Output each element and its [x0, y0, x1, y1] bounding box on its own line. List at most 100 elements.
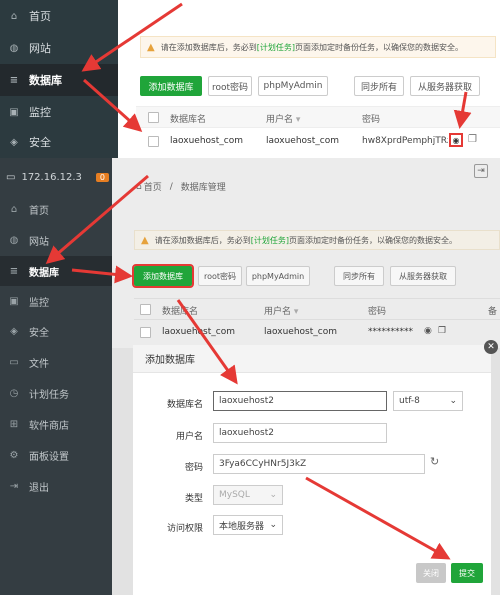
- sync-all-button[interactable]: 同步所有: [334, 266, 384, 286]
- table-header: 数据库名 用户名 ▾ 密码 备: [134, 298, 500, 320]
- row-checkbox[interactable]: [140, 327, 151, 338]
- warning-text: 请在添加数据库后，务必到: [154, 235, 251, 245]
- breadcrumb: ⌂ 首页 / 数据库管理: [136, 180, 226, 194]
- sidebar-item-database[interactable]: ≡ 数据库: [0, 64, 118, 96]
- type-select[interactable]: MySQL ⌄: [213, 485, 283, 505]
- sidebar-item-label: 网站: [29, 236, 49, 248]
- phpmyadmin-button[interactable]: phpMyAdmin: [258, 76, 328, 96]
- warning-text: 页面添加定时备份任务，以确保您的数据安全。: [294, 42, 463, 52]
- chevron-down-icon: ⌄: [269, 490, 277, 500]
- column-header-password: 密码: [362, 115, 381, 125]
- column-header-backup: 备: [488, 307, 498, 317]
- sidebar-item-settings[interactable]: ⚙ 面板设置: [0, 440, 112, 470]
- copy-password-icon[interactable]: ❐: [468, 134, 477, 145]
- sidebar-item-label: 数据库: [29, 267, 59, 279]
- sidebar-item-label: 首页: [29, 205, 49, 217]
- sidebar-item-label: 首页: [29, 10, 51, 23]
- notification-badge[interactable]: 0: [95, 172, 109, 182]
- column-header-user[interactable]: 用户名 ▾: [266, 112, 300, 125]
- dbname-label: 数据库名: [166, 400, 203, 410]
- server-ip: 172.16.12.3: [21, 171, 82, 183]
- access-select[interactable]: 本地服务器 ⌄: [213, 515, 283, 535]
- refresh-password-icon[interactable]: ↻: [430, 455, 439, 468]
- sidebar-item-home[interactable]: ⌂ 首页: [0, 194, 112, 224]
- sidebar-item-label: 监控: [29, 106, 51, 119]
- encoding-select[interactable]: utf-8 ⌄: [393, 391, 463, 411]
- db-name-cell[interactable]: laoxuehost_com: [162, 327, 235, 337]
- warning-text: 请在添加数据库后，务必到: [160, 42, 257, 52]
- db-user-cell: laoxuehost_com: [264, 327, 337, 337]
- server-icon: ▭: [6, 171, 16, 183]
- sidebar-item-cron[interactable]: ◷ 计划任务: [0, 378, 112, 408]
- globe-icon: ◍: [9, 42, 19, 54]
- sort-down-icon: ▾: [293, 307, 299, 317]
- sidebar-item-files[interactable]: ▭ 文件: [0, 347, 112, 377]
- close-button[interactable]: 关闭: [416, 563, 446, 583]
- type-label: 类型: [184, 494, 203, 504]
- root-password-button[interactable]: root密码: [198, 266, 242, 286]
- sidebar-item-security[interactable]: ◈ 安全: [0, 316, 112, 346]
- shield-icon: ◈: [10, 325, 18, 337]
- sidebar-item-website[interactable]: ◍ 网站: [0, 32, 118, 64]
- exit-fullscreen-icon[interactable]: ⇥: [474, 164, 488, 178]
- toggle-password-visibility-icon[interactable]: ◉: [424, 326, 432, 336]
- grid-icon: ⊞: [9, 418, 19, 430]
- monitor-icon: ▣: [9, 106, 19, 118]
- folder-icon: ▭: [9, 356, 19, 368]
- fetch-from-server-button[interactable]: 从服务器获取: [390, 266, 456, 286]
- sidebar-item-monitor[interactable]: ▣ 监控: [0, 286, 112, 316]
- fetch-from-server-button[interactable]: 从服务器获取: [410, 76, 480, 96]
- sidebar-bottom: ▭ 172.16.12.3 0 ⌂ 首页 ◍ 网站 ≡ 数据库 ▣ 监控 ◈ 安全 ▭ 文件…: [0, 158, 112, 595]
- home-icon: ⌂: [10, 10, 18, 22]
- username-input[interactable]: laoxuehost2: [213, 423, 387, 443]
- copy-password-icon[interactable]: ❐: [438, 326, 446, 336]
- db-user-cell: laoxuehost_com: [266, 136, 339, 146]
- db-name-cell[interactable]: laoxuehost_com: [170, 136, 243, 146]
- add-database-button[interactable]: 添加数据库: [140, 76, 202, 96]
- breadcrumb-home[interactable]: 首页: [144, 180, 162, 193]
- sidebar-item-database[interactable]: ≡ 数据库: [0, 256, 112, 286]
- column-header-name: 数据库名: [162, 307, 199, 317]
- server-info: ▭ 172.16.12.3 0: [0, 164, 112, 190]
- sidebar-item-label: 网站: [29, 42, 51, 55]
- row-checkbox[interactable]: [148, 136, 159, 147]
- sort-down-icon: ▾: [295, 115, 301, 125]
- root-password-button[interactable]: root密码: [208, 76, 252, 96]
- dbname-input[interactable]: laoxuehost2: [213, 391, 387, 411]
- add-database-button[interactable]: 添加数据库: [132, 264, 194, 288]
- password-input[interactable]: 3Fya6CCyHNr5J3kZ: [213, 454, 425, 474]
- sync-all-button[interactable]: 同步所有: [354, 76, 404, 96]
- column-header-user[interactable]: 用户名 ▾: [264, 304, 298, 317]
- sidebar-item-home[interactable]: ⌂ 首页: [0, 0, 118, 32]
- sidebar-item-logout[interactable]: ⇥ 退出: [0, 471, 112, 501]
- backup-warning: ▲ 请在添加数据库后，务必到 [计划任务] 页面添加定时备份任务，以确保您的数据安全…: [140, 36, 496, 58]
- database-manager-panel: ⇥ ⌂ 首页 / 数据库管理 ▲ 请在添加数据库后，务必到 [计划任务] 页面添加定…: [112, 158, 500, 348]
- password-label: 密码: [184, 463, 203, 473]
- sidebar-item-website[interactable]: ◍ 网站: [0, 225, 112, 255]
- phpmyadmin-button[interactable]: phpMyAdmin: [246, 266, 310, 286]
- dialog-title: 添加数据库: [145, 355, 195, 366]
- select-all-checkbox[interactable]: [140, 304, 151, 315]
- logout-icon: ⇥: [9, 480, 19, 492]
- clock-icon: ◷: [9, 387, 19, 399]
- sidebar-item-security[interactable]: ◈ 安全: [0, 126, 118, 158]
- submit-button[interactable]: 提交: [451, 563, 483, 583]
- sidebar-item-app-store[interactable]: ⊞ 软件商店: [0, 409, 112, 439]
- access-label: 访问权限: [166, 524, 203, 534]
- breadcrumb-separator: /: [169, 181, 173, 192]
- cron-task-link[interactable]: [计划任务]: [257, 42, 295, 53]
- warning-icon: ▲: [141, 234, 149, 246]
- database-icon: ≡: [9, 265, 19, 277]
- sidebar-item-label: 计划任务: [29, 389, 69, 401]
- cron-task-link[interactable]: [计划任务]: [251, 235, 289, 246]
- sidebar-item-label: 安全: [29, 136, 51, 149]
- toggle-password-visibility-icon[interactable]: ◉: [449, 133, 463, 147]
- sidebar-item-label: 文件: [29, 358, 49, 370]
- column-header-name: 数据库名: [170, 115, 207, 125]
- sidebar-item-monitor[interactable]: ▣ 监控: [0, 96, 118, 128]
- db-password-cell: **********: [368, 327, 413, 337]
- close-icon[interactable]: ✕: [484, 340, 498, 354]
- shield-icon: ◈: [10, 136, 18, 148]
- select-all-checkbox[interactable]: [148, 112, 159, 123]
- home-icon: ⌂: [136, 181, 142, 192]
